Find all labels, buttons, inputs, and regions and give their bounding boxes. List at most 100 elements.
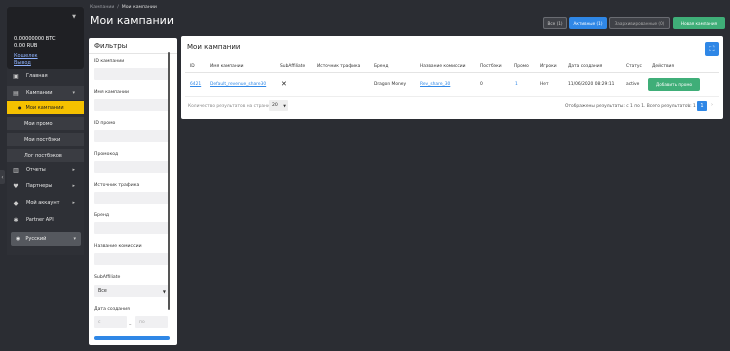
chevron-right-icon: ▸ [72,183,75,189]
withdraw-link[interactable]: Вывод [14,60,31,66]
commission-input[interactable] [94,253,170,265]
sidebar-item-label: Отчеты [26,167,46,173]
chevron-down-icon[interactable]: ▼ [72,14,76,20]
breadcrumb: Кампании / Мои кампании [90,5,157,10]
add-promo-button[interactable]: Добавить промо [648,78,700,91]
divider [89,53,177,54]
chevron-down-icon: ▼ [162,288,166,294]
campaign-id-link[interactable]: 6421 [190,82,201,87]
commission-link[interactable]: Rev_share_30 [420,82,450,87]
brand-cell: Dragon Money [374,82,407,87]
column-header[interactable]: Имя кампании [210,64,243,69]
subaffiliate-select[interactable]: Все ▼ [94,285,170,297]
brand-input[interactable] [94,222,170,234]
chevron-down-icon: ▾ [72,90,75,96]
sidebar-item-reports[interactable]: ▥ Отчеты ▸ [7,163,84,177]
campaign-name-link[interactable]: Default_revenue_share30 [210,82,266,87]
column-header[interactable]: Статус [626,64,642,69]
results-per-page-value: 20 [272,103,278,108]
results-summary: Отображены результаты: с 1 по 1. Всего р… [565,104,696,109]
sidebar-subitem-label: Мои кампании [25,104,64,111]
filter-label-subaffiliate: SubAffiliate [94,275,121,280]
user-icon: ◆ [13,199,19,207]
breadcrumb-current: Мои кампании [121,5,157,10]
created-date-cell: 11/06/2020 08:29:11 [568,82,615,87]
promo-count-link[interactable]: 1 [515,82,518,87]
pagination-current-page[interactable]: 1 [697,101,707,111]
sidebar-subitem-my-promo[interactable]: Мои промо [7,117,84,130]
filter-label-created-date: Дата создания [94,307,130,312]
column-header[interactable]: Бренд [374,64,388,69]
breadcrumb-parent[interactable]: Кампании [90,5,114,10]
partners-icon: ♥ [13,182,19,190]
sidebar-subitem-label: Мои постбэки [24,136,61,143]
postbacks-cell: 0 [480,82,483,87]
divider [185,72,719,73]
sidebar-collapse-handle[interactable]: ‹ [0,170,5,184]
sidebar-item-label: Партнеры [26,183,53,189]
promo-id-input[interactable] [94,130,170,142]
filters-scrollbar[interactable] [168,52,170,310]
page-title: Мои кампании [90,14,174,27]
campaigns-card: Мои кампании ⛶ ID Имя кампании SubAffili… [181,36,723,119]
fullscreen-icon[interactable]: ⛶ [705,42,719,56]
filter-label-campaign-id: ID кампании [94,59,125,64]
language-select[interactable]: ◉ Русский ▾ [11,232,81,246]
filter-label-brand: Бренд [94,213,110,218]
btc-balance: 0.00000000 BTC [14,36,56,42]
column-header[interactable]: Игроки [540,64,557,69]
column-header[interactable]: SubAffiliate [280,64,305,69]
promo-code-input[interactable] [94,161,170,173]
results-per-page-label: Количество результатов на странице: [188,104,277,109]
filter-active-button[interactable]: Активные (1) [569,17,607,29]
home-icon: ▣ [13,72,19,80]
column-header[interactable]: Промо [514,64,529,69]
filter-label-commission: Название комиссии [94,244,142,249]
date-to-input[interactable]: по [135,316,168,328]
divider [185,96,719,97]
sidebar-subitem-postback-log[interactable]: Лог постбэков [7,149,84,162]
sidebar-item-account[interactable]: ◆ Мой аккаунт ▸ [7,196,84,210]
sidebar-item-partner-api[interactable]: ✱ Partner API [7,213,84,227]
status-cell: active [626,82,640,87]
chart-icon: ▥ [13,166,19,174]
filters-title: Фильтры [94,42,128,50]
column-header[interactable]: Название комиссии [420,64,465,69]
column-header[interactable]: Источник трафика [317,64,360,69]
sidebar-subitem-my-campaigns[interactable]: ● Мои кампании [7,101,84,114]
apply-filters-button[interactable] [94,336,170,340]
close-icon: ✕ [281,80,287,88]
column-header[interactable]: ID [190,64,195,69]
traffic-source-input[interactable] [94,192,170,204]
sidebar-item-partners[interactable]: ♥ Партнеры ▸ [7,179,84,193]
subaffiliate-value: Все [98,288,107,294]
filter-label-campaign-name: Имя кампании [94,90,129,95]
sidebar-subitem-my-postbacks[interactable]: Мои постбэки [7,133,84,146]
pagination-next-icon[interactable]: › [711,102,713,108]
wallet-link[interactable]: Кошелек [14,53,38,59]
chevron-down-icon: ▾ [73,236,76,242]
sidebar-item-label: Главная [26,73,48,79]
filter-archived-button[interactable]: Заархивированные (0) [609,17,670,29]
campaign-name-input[interactable] [94,99,170,111]
campaign-id-input[interactable] [94,68,170,80]
card-title: Мои кампании [187,43,241,51]
date-range-dash: – [129,322,132,328]
new-campaign-button[interactable]: Новая кампания [673,17,725,29]
globe-icon: ◉ [16,236,21,242]
column-header[interactable]: Постбэки [480,64,502,69]
results-per-page-select[interactable]: 20 ▼ [269,100,288,111]
filter-label-promo-code: Промокод [94,152,119,157]
sidebar-item-label: Кампании [26,90,53,96]
bullet-icon: ● [18,105,22,110]
pagination-prev-icon[interactable]: ‹ [687,102,689,108]
sidebar-item-home[interactable]: ▣ Главная [7,69,84,83]
players-cell: Нет [540,82,549,87]
language-label: Русский [25,236,47,242]
column-header[interactable]: Дата создания [568,64,602,69]
sidebar-item-label: Мой аккаунт [26,200,60,206]
filter-all-button[interactable]: Все (1) [543,17,567,29]
date-from-input[interactable]: с [94,316,127,328]
sidebar-item-campaigns[interactable]: ▤ Кампании ▾ [7,86,84,100]
column-header: Действия [652,64,675,69]
